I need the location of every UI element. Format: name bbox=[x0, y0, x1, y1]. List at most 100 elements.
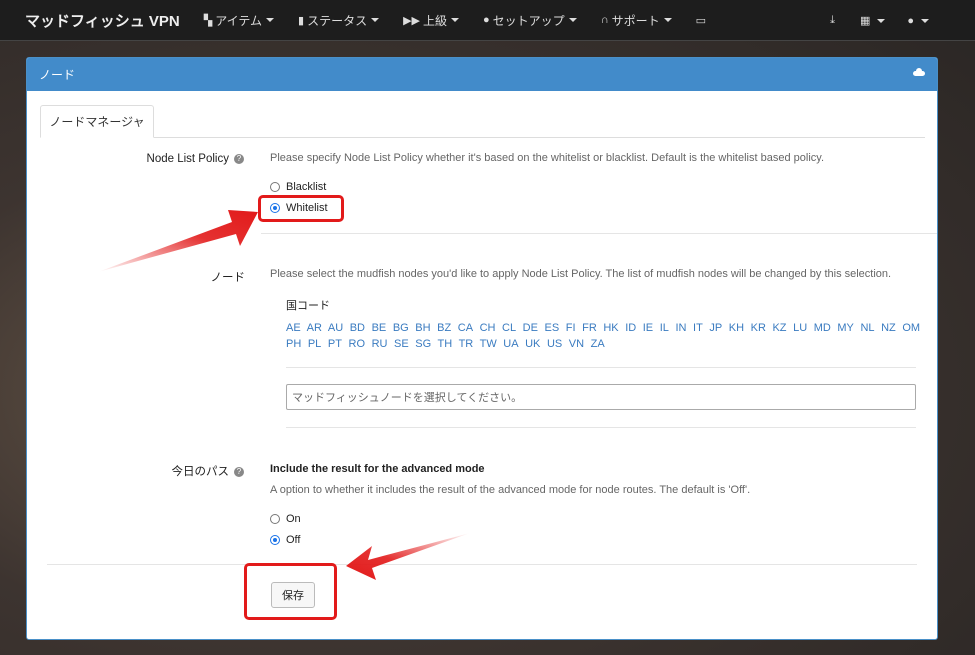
country-code-link[interactable]: IL bbox=[660, 322, 669, 334]
grid-icon: ▚ bbox=[203, 14, 213, 27]
node-select-input[interactable]: マッドフィッシュノードを選択してください。 bbox=[286, 384, 916, 410]
off-label: Off bbox=[286, 534, 301, 546]
country-code-link[interactable]: BE bbox=[372, 322, 387, 334]
country-code-link[interactable]: JP bbox=[709, 322, 722, 334]
nodes-label: ノード bbox=[210, 272, 246, 284]
chevron-down-icon bbox=[371, 18, 380, 22]
country-code-link[interactable]: IT bbox=[693, 322, 703, 334]
country-code-link[interactable]: BD bbox=[350, 322, 365, 334]
country-code-link[interactable]: CL bbox=[502, 322, 516, 334]
country-code-link[interactable]: CH bbox=[480, 322, 496, 334]
country-code-link[interactable]: KH bbox=[729, 322, 744, 334]
country-code-link[interactable]: SG bbox=[415, 338, 431, 350]
country-code-link[interactable]: UK bbox=[525, 338, 540, 350]
tab-bar: ノードマネージャ bbox=[40, 105, 925, 138]
fast-forward-icon: ▶▶ bbox=[403, 14, 420, 27]
country-code-link[interactable]: AR bbox=[307, 322, 322, 334]
apps-menu[interactable]: ▦ bbox=[849, 14, 896, 27]
nav-items-menu[interactable]: ▚ アイテム bbox=[192, 12, 286, 29]
nav-setup-label: セットアップ bbox=[492, 13, 565, 28]
on-label: On bbox=[286, 513, 301, 525]
radio-on[interactable] bbox=[270, 514, 280, 524]
help-icon[interactable]: ? bbox=[234, 467, 244, 477]
headphones-icon: ∩ bbox=[600, 14, 609, 26]
chevron-down-icon bbox=[663, 18, 672, 22]
user-menu[interactable]: ● bbox=[896, 15, 940, 27]
country-code-link[interactable]: AU bbox=[328, 322, 343, 334]
brand-logo[interactable]: マッドフィッシュ VPN bbox=[25, 10, 180, 31]
chevron-down-icon bbox=[921, 18, 929, 23]
country-code-link[interactable]: OM bbox=[902, 322, 920, 334]
nav-right-menu: ⤓ ▦ ● bbox=[819, 0, 940, 41]
country-code-link[interactable]: IE bbox=[643, 322, 653, 334]
divider bbox=[286, 367, 916, 368]
main-menu: ▚ アイテム ▮ ステータス ▶▶ 上級 ● セットアップ ∩ サポート ▭ bbox=[192, 12, 721, 29]
divider bbox=[261, 233, 937, 234]
path-option-off[interactable]: Off bbox=[270, 534, 300, 546]
country-code-link[interactable]: LU bbox=[793, 322, 807, 334]
nav-status-label: ステータス bbox=[307, 13, 368, 28]
nav-support-label: サポート bbox=[611, 13, 660, 28]
top-navbar: マッドフィッシュ VPN ▚ アイテム ▮ ステータス ▶▶ 上級 ● セットア… bbox=[0, 0, 975, 41]
tab-node-manager[interactable]: ノードマネージャ bbox=[40, 105, 154, 138]
nav-advanced-label: 上級 bbox=[423, 13, 448, 28]
country-code-link[interactable]: SE bbox=[394, 338, 409, 350]
country-code-link[interactable]: RO bbox=[349, 338, 366, 350]
panel-header: ノード bbox=[27, 58, 937, 91]
annotation-highlight-save bbox=[244, 563, 337, 620]
nav-setup-menu[interactable]: ● セットアップ bbox=[471, 12, 589, 29]
country-code-link[interactable]: RU bbox=[372, 338, 388, 350]
user-icon: ● bbox=[483, 14, 490, 26]
country-code-link[interactable]: ES bbox=[545, 322, 560, 334]
country-code-link[interactable]: BH bbox=[415, 322, 430, 334]
nav-support-menu[interactable]: ∩ サポート bbox=[589, 12, 684, 29]
country-code-link[interactable]: ZA bbox=[591, 338, 605, 350]
bar-chart-icon: ▮ bbox=[298, 14, 305, 27]
country-code-link[interactable]: TW bbox=[480, 338, 497, 350]
country-code-link[interactable]: VN bbox=[569, 338, 584, 350]
country-code-link[interactable]: PH bbox=[286, 338, 301, 350]
nodes-description: Please select the mudfish nodes you'd li… bbox=[270, 268, 892, 280]
country-code-link[interactable]: KR bbox=[751, 322, 766, 334]
country-code-link[interactable]: HK bbox=[603, 322, 618, 334]
nav-keyboard-button[interactable]: ▭ bbox=[684, 14, 721, 27]
country-code-link[interactable]: ID bbox=[625, 322, 636, 334]
country-code-link[interactable]: MD bbox=[814, 322, 831, 334]
country-code-link[interactable]: FR bbox=[582, 322, 597, 334]
country-code-link[interactable]: IN bbox=[675, 322, 686, 334]
country-code-link[interactable]: FI bbox=[566, 322, 576, 334]
country-code-link[interactable]: NZ bbox=[881, 322, 896, 334]
node-panel: ノード ノードマネージャ Node List Policy? Please sp… bbox=[26, 57, 938, 640]
apps-grid-icon: ▦ bbox=[859, 15, 871, 27]
radio-blacklist[interactable] bbox=[270, 182, 280, 192]
path-option-on[interactable]: On bbox=[270, 513, 301, 525]
path-description: A option to whether it includes the resu… bbox=[270, 484, 751, 496]
country-code-link[interactable]: NL bbox=[860, 322, 874, 334]
cloud-icon bbox=[913, 68, 925, 76]
country-code-link[interactable]: UA bbox=[503, 338, 518, 350]
radio-off[interactable] bbox=[270, 535, 280, 545]
country-code-link[interactable]: PT bbox=[328, 338, 342, 350]
country-code-link[interactable]: CA bbox=[458, 322, 473, 334]
country-code-link[interactable]: MY bbox=[837, 322, 854, 334]
country-code-link[interactable]: US bbox=[547, 338, 562, 350]
country-code-link[interactable]: DE bbox=[523, 322, 538, 334]
country-code-link[interactable]: BZ bbox=[437, 322, 451, 334]
nav-status-menu[interactable]: ▮ ステータス bbox=[286, 12, 391, 29]
country-code-link[interactable]: AE bbox=[286, 322, 301, 334]
country-code-link[interactable]: KZ bbox=[772, 322, 786, 334]
help-icon[interactable]: ? bbox=[234, 154, 244, 164]
country-code-link[interactable]: BG bbox=[393, 322, 409, 334]
country-code-list: AE AR AU BD BE BG BH BZ CA CH CL DE ES F… bbox=[286, 320, 926, 352]
chevron-down-icon bbox=[451, 18, 460, 22]
nav-advanced-menu[interactable]: ▶▶ 上級 bbox=[391, 12, 471, 29]
policy-label: Node List Policy bbox=[146, 153, 229, 165]
download-icon: ⤓ bbox=[830, 14, 835, 26]
download-button[interactable]: ⤓ bbox=[819, 14, 849, 27]
country-code-link[interactable]: TH bbox=[438, 338, 453, 350]
chevron-down-icon bbox=[266, 18, 274, 22]
panel-title: ノード bbox=[39, 68, 76, 82]
country-code-link[interactable]: TR bbox=[459, 338, 474, 350]
country-code-link[interactable]: PL bbox=[308, 338, 321, 350]
policy-option-blacklist[interactable]: Blacklist bbox=[270, 181, 326, 193]
